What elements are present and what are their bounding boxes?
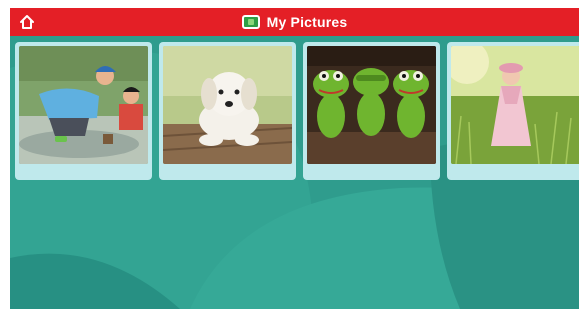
picture-frame-icon [241,15,260,29]
top-bar: My Pictures [10,8,579,36]
photo-gallery [10,42,579,190]
photo-thumbnail [307,46,436,164]
photo-card[interactable] [159,42,296,180]
photo-puppy [163,46,292,164]
photo-girl-in-field [451,46,579,164]
photo-children-playing [19,46,148,164]
photo-card[interactable] [447,42,579,180]
photo-thumbnail [19,46,148,164]
photo-card[interactable] [15,42,152,180]
app-screen: My Pictures [10,8,579,309]
photo-thumbnail [451,46,579,164]
photo-thumbnail [163,46,292,164]
home-icon [20,15,34,29]
title-group: My Pictures [241,14,348,30]
photo-frogs [307,46,436,164]
home-button[interactable] [16,11,38,33]
page-title: My Pictures [266,14,348,30]
photo-card[interactable] [303,42,440,180]
